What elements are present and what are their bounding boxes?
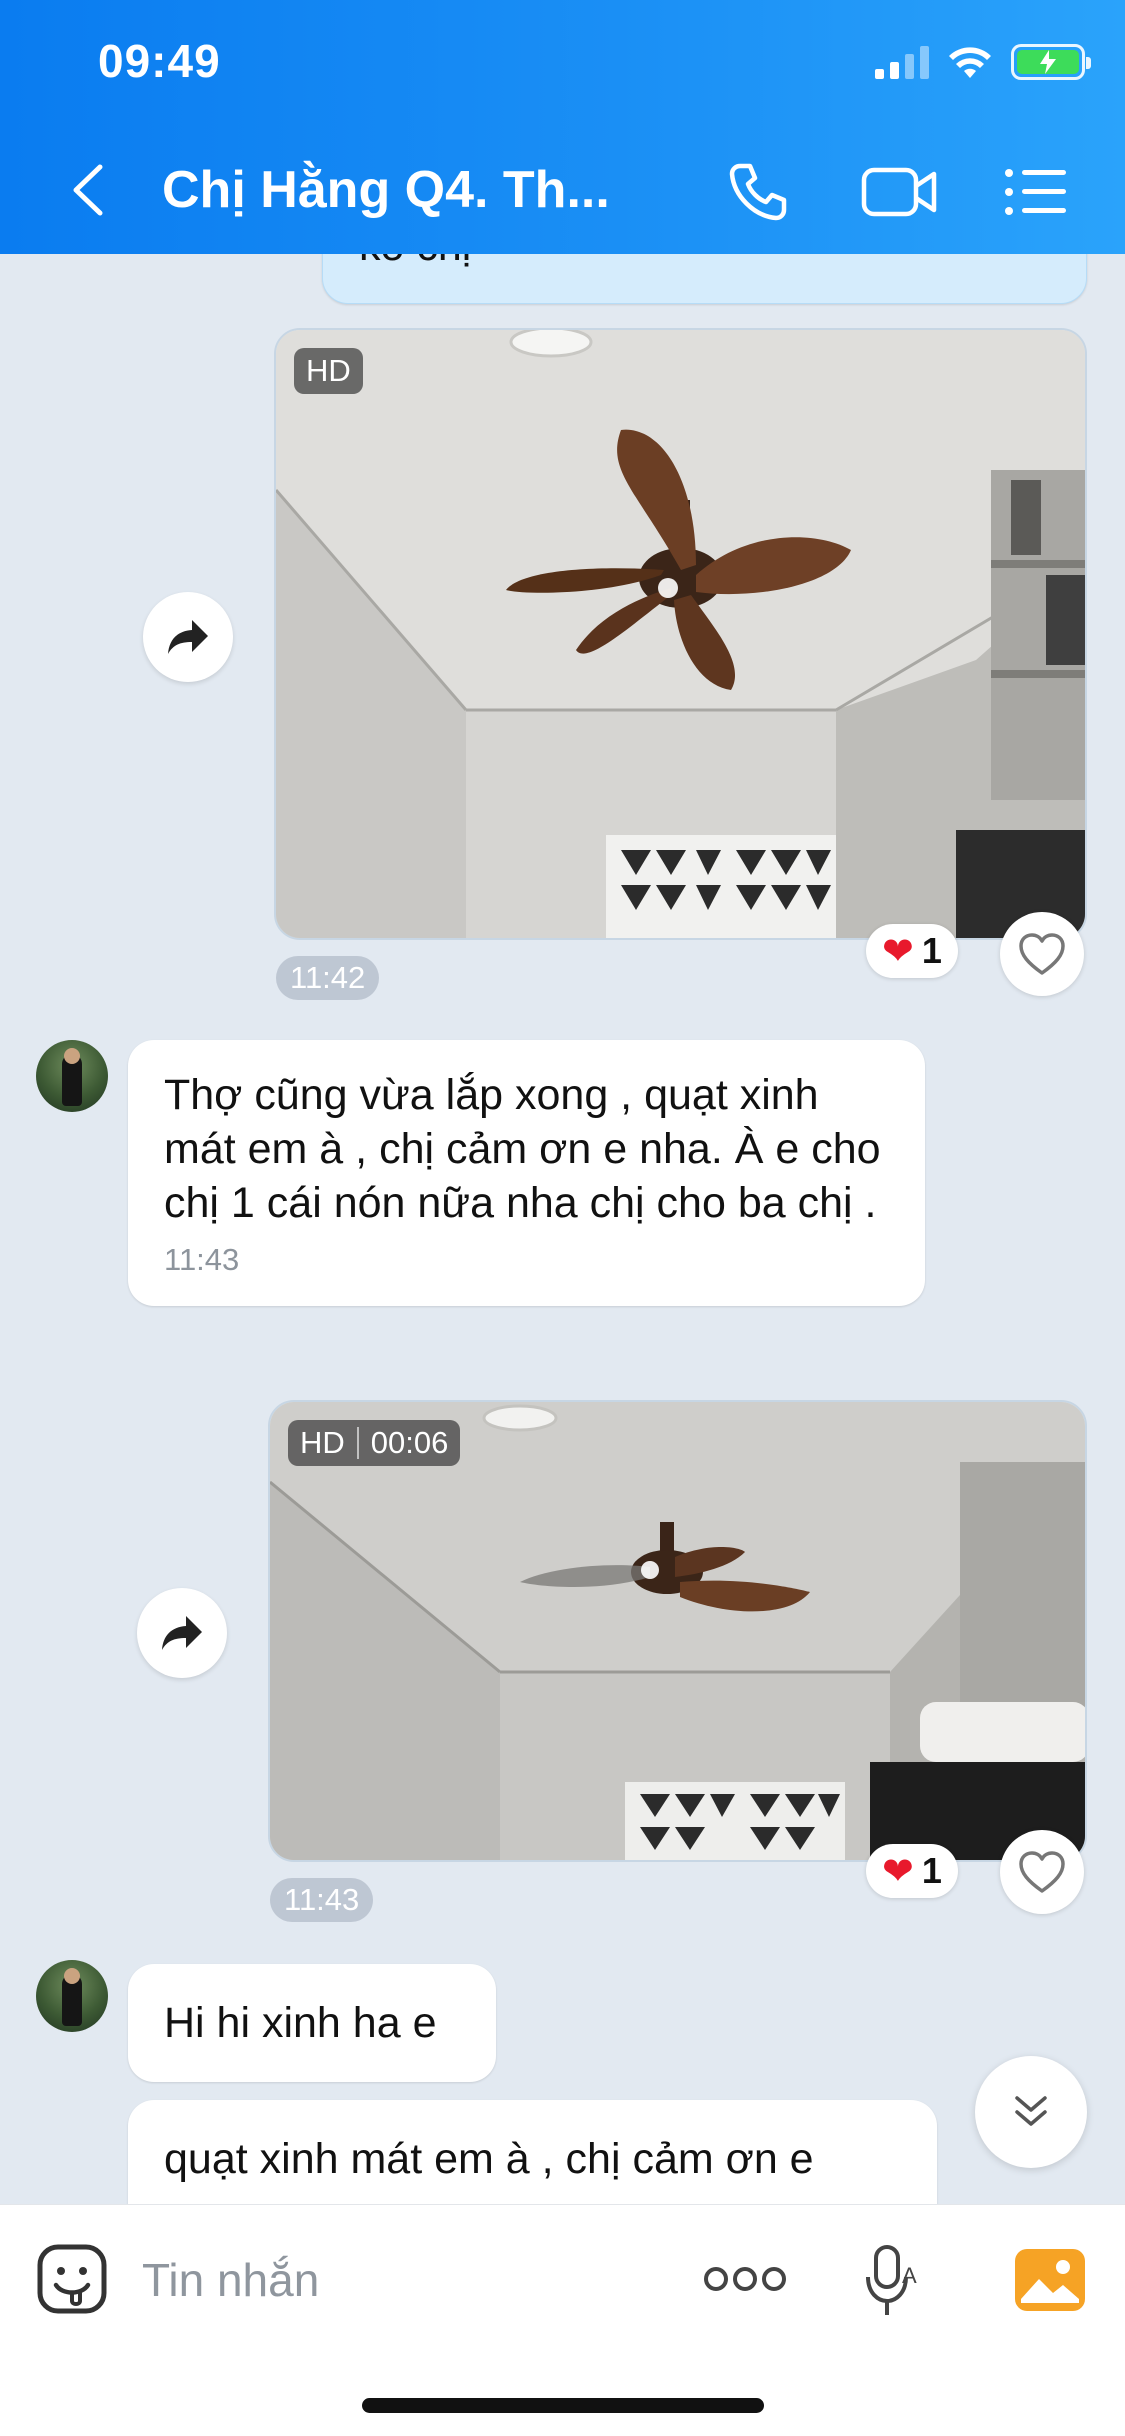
message-text: quạt xinh mát em à , chị cảm ơn e: [164, 2135, 814, 2183]
message-text: Hi hi xinh ha e: [164, 1999, 437, 2047]
status-icons: [875, 40, 1091, 84]
status-time: 09:49: [98, 35, 221, 87]
image-timestamp: 11:42: [276, 956, 380, 1000]
message-input[interactable]: Tin nhắn: [142, 2253, 319, 2307]
heart-outline-icon: [1019, 1851, 1065, 1893]
voice-call-button[interactable]: [720, 156, 796, 228]
hd-badge: HD: [294, 348, 363, 394]
video-camera-icon: [861, 167, 937, 217]
list-menu-icon: [1005, 169, 1066, 215]
battery-icon: [1011, 44, 1091, 80]
svg-text:A: A: [902, 2263, 917, 2288]
voice-message-button[interactable]: A: [860, 2241, 924, 2321]
heart-filled-icon: ❤: [882, 930, 914, 973]
phone-icon: [729, 163, 787, 221]
share-arrow-icon: [168, 620, 208, 654]
home-indicator: [362, 2398, 764, 2413]
message-text: Thợ cũng vừa lắp xong , quạt xinh mát em…: [164, 1071, 881, 1227]
ceiling-fan-video-thumbnail: [270, 1402, 1085, 1860]
reaction-summary[interactable]: ❤ 1: [866, 924, 958, 978]
more-dots-icon: [704, 2267, 786, 2291]
ceiling-fan-photo: [276, 330, 1085, 938]
message-list[interactable]: ko chị: [0, 254, 1125, 2204]
heart-outline-icon: [1019, 933, 1065, 975]
more-options-button[interactable]: [702, 2255, 788, 2303]
chat-title[interactable]: Chị Hằng Q4. Th...: [162, 160, 642, 220]
scroll-to-bottom-button[interactable]: [975, 2056, 1087, 2168]
video-timestamp: 11:43: [270, 1878, 374, 1922]
avatar[interactable]: [36, 1040, 108, 1112]
video-call-button[interactable]: [852, 156, 948, 228]
message-text: ko chị: [359, 254, 471, 270]
sticker-button[interactable]: [34, 2241, 110, 2317]
forward-button[interactable]: [137, 1588, 227, 1678]
reaction-summary[interactable]: ❤ 1: [866, 1844, 958, 1898]
heart-filled-icon: ❤: [882, 1850, 914, 1893]
message-timestamp: 11:43: [164, 1242, 240, 1277]
cellular-signal-icon: [875, 45, 929, 79]
video-badge: HD 00:06: [288, 1420, 461, 1466]
video-duration: 00:06: [370, 1425, 449, 1460]
image-message[interactable]: HD: [274, 328, 1087, 940]
avatar[interactable]: [36, 1960, 108, 2032]
message-bubble[interactable]: quạt xinh mát em à , chị cảm ơn e: [128, 2100, 937, 2204]
forward-button[interactable]: [143, 592, 233, 682]
wifi-icon: [949, 47, 991, 78]
share-arrow-icon: [162, 1616, 202, 1650]
double-chevron-down-icon: [1015, 2096, 1047, 2126]
message-bubble[interactable]: Thợ cũng vừa lắp xong , quạt xinh mát em…: [128, 1040, 925, 1306]
back-button[interactable]: [62, 160, 112, 220]
chat-header: 09:49 Chị Hằng Q4. Th...: [0, 0, 1125, 254]
photo-gallery-icon: [1015, 2249, 1085, 2311]
photo-gallery-button[interactable]: [1012, 2245, 1088, 2315]
video-message[interactable]: HD 00:06: [268, 1400, 1087, 1862]
react-heart-button[interactable]: [1000, 912, 1084, 996]
message-bubble-partial[interactable]: ko chị: [322, 254, 1087, 304]
microphone-icon: A: [866, 2245, 917, 2315]
sticker-face-icon: [37, 2244, 107, 2314]
chevron-left-icon: [73, 164, 103, 216]
message-bubble[interactable]: Hi hi xinh ha e: [128, 1964, 496, 2082]
chat-options-button[interactable]: [998, 156, 1074, 228]
react-heart-button[interactable]: [1000, 1830, 1084, 1914]
